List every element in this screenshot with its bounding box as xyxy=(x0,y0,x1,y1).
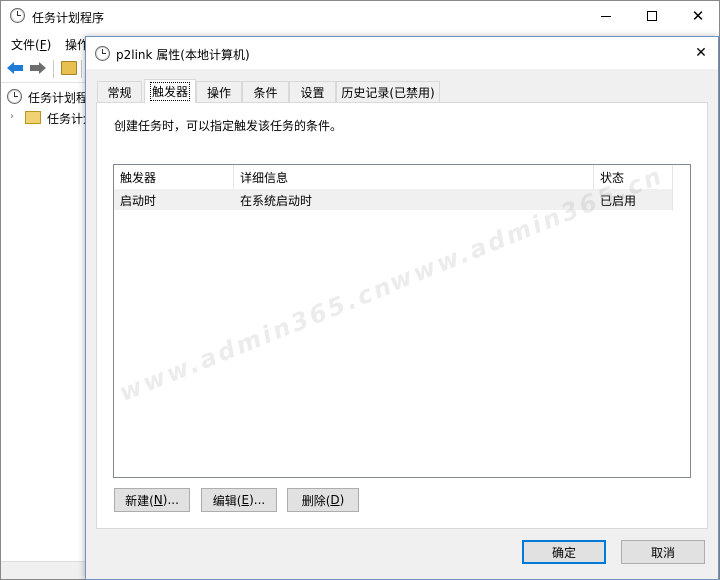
tab-conditions[interactable]: 条件 xyxy=(242,81,289,102)
cell-trigger: 启动时 xyxy=(120,194,157,208)
triggers-panel: 创建任务时，可以指定触发该任务的条件。 触发器 详细信息 状态 启动时 在系统启… xyxy=(96,102,708,529)
dialog-close-button[interactable]: ✕ xyxy=(688,41,714,65)
edit-trigger-button[interactable]: 编辑(E)... xyxy=(201,488,277,512)
properties-dialog: p2link 属性(本地计算机) ✕ 常规 触发器 操作 条件 设置 历史记录(… xyxy=(85,36,719,580)
minimize-button[interactable] xyxy=(583,1,629,31)
trigger-list[interactable]: 触发器 详细信息 状态 启动时 在系统启动时 已启用 xyxy=(113,164,691,478)
dialog-titlebar: p2link 属性(本地计算机) ✕ xyxy=(86,37,718,69)
column-header-status[interactable]: 状态 xyxy=(594,165,672,189)
main-titlebar: 任务计划程序 ✕ xyxy=(1,1,719,31)
forward-arrow-icon[interactable] xyxy=(29,61,47,75)
cell-status: 已启用 xyxy=(600,194,637,208)
menu-file[interactable]: 文件(F) xyxy=(11,36,51,53)
close-window-button[interactable]: ✕ xyxy=(675,1,720,31)
clock-icon xyxy=(95,46,110,61)
cell-details: 在系统启动时 xyxy=(240,194,313,208)
cancel-button[interactable]: 取消 xyxy=(621,540,705,564)
dialog-title: p2link 属性(本地计算机) xyxy=(116,48,250,62)
clock-icon xyxy=(7,89,22,104)
minimize-icon xyxy=(601,15,611,17)
toolbar-separator xyxy=(81,60,82,78)
tree-root-item[interactable]: 任务计划程 xyxy=(28,89,88,106)
panel-description: 创建任务时，可以指定触发该任务的条件。 xyxy=(114,119,343,133)
delete-trigger-button[interactable]: 删除(D) xyxy=(287,488,359,512)
column-header-details[interactable]: 详细信息 xyxy=(234,165,594,189)
toolbar-separator xyxy=(53,60,54,78)
table-row[interactable]: 启动时 在系统启动时 已启用 xyxy=(114,189,672,210)
list-header: 触发器 详细信息 状态 xyxy=(114,165,672,189)
tab-actions[interactable]: 操作 xyxy=(196,81,242,102)
tab-settings[interactable]: 设置 xyxy=(289,81,336,102)
maximize-button[interactable] xyxy=(629,1,675,31)
close-icon: ✕ xyxy=(691,6,705,25)
list-divider xyxy=(672,165,673,211)
tab-history[interactable]: 历史记录(已禁用) xyxy=(336,81,440,102)
folder-up-icon[interactable] xyxy=(61,61,77,75)
close-icon: ✕ xyxy=(695,45,707,61)
tab-triggers[interactable]: 触发器 xyxy=(144,79,196,103)
expand-caret-icon[interactable]: › xyxy=(10,111,14,122)
ok-button[interactable]: 确定 xyxy=(522,540,606,564)
folder-clock-icon xyxy=(25,111,41,124)
main-window-title: 任务计划程序 xyxy=(32,11,105,25)
column-header-trigger[interactable]: 触发器 xyxy=(114,165,234,189)
back-arrow-icon[interactable] xyxy=(6,61,24,75)
new-trigger-button[interactable]: 新建(N)... xyxy=(114,488,190,512)
tab-general[interactable]: 常规 xyxy=(97,81,142,102)
maximize-icon xyxy=(647,11,657,21)
clock-icon xyxy=(10,8,25,23)
